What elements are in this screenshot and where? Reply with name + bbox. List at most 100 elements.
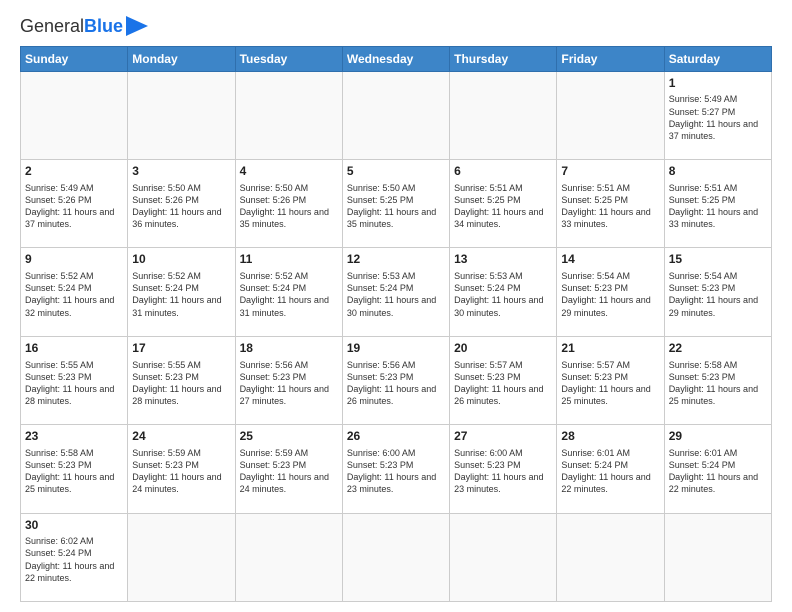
day-number: 9 <box>25 251 123 268</box>
calendar-cell <box>450 513 557 601</box>
day-number: 3 <box>132 163 230 180</box>
calendar-cell: 20Sunrise: 5:57 AM Sunset: 5:23 PM Dayli… <box>450 336 557 424</box>
calendar-cell <box>128 71 235 159</box>
calendar-cell: 6 Sunrise: 5:51 AM Sunset: 5:25 PM Daylig… <box>450 159 557 247</box>
calendar-cell: 5 Sunrise: 5:50 AM Sunset: 5:25 PM Daylig… <box>342 159 449 247</box>
day-info: Sunrise: 5:55 AM Sunset: 5:23 PM Dayligh… <box>25 359 123 408</box>
weekday-header-saturday: Saturday <box>664 46 771 71</box>
calendar-cell <box>342 71 449 159</box>
day-number: 15 <box>669 251 767 268</box>
calendar-cell: 19 Sunrise: 5:56 AM Sunset: 5:23 PM Dayli… <box>342 336 449 424</box>
day-number: 7 <box>561 163 659 180</box>
day-info: Sunrise: 6:00 AM Sunset: 5:23 PM Dayligh… <box>347 447 445 496</box>
calendar-cell: 30Sunrise: 6:02 AM Sunset: 5:24 PM Dayli… <box>21 513 128 601</box>
day-number: 10 <box>132 251 230 268</box>
weekday-header-monday: Monday <box>128 46 235 71</box>
day-info: Sunrise: 5:51 AM Sunset: 5:25 PM Dayligh… <box>669 182 767 231</box>
day-number: 19 <box>347 340 445 357</box>
day-number: 13 <box>454 251 552 268</box>
day-info: Sunrise: 5:59 AM Sunset: 5:23 PM Dayligh… <box>132 447 230 496</box>
calendar-cell: 7 Sunrise: 5:51 AM Sunset: 5:25 PM Daylig… <box>557 159 664 247</box>
day-info: Sunrise: 5:56 AM Sunset: 5:23 PM Dayligh… <box>240 359 338 408</box>
day-info: Sunrise: 5:52 AM Sunset: 5:24 PM Dayligh… <box>132 270 230 319</box>
calendar-week-0: 1Sunrise: 5:49 AM Sunset: 5:27 PM Daylig… <box>21 71 772 159</box>
day-number: 27 <box>454 428 552 445</box>
calendar-cell: 12Sunrise: 5:53 AM Sunset: 5:24 PM Dayli… <box>342 248 449 336</box>
calendar-cell: 8 Sunrise: 5:51 AM Sunset: 5:25 PM Daylig… <box>664 159 771 247</box>
calendar-week-2: 9 Sunrise: 5:52 AM Sunset: 5:24 PM Daylig… <box>21 248 772 336</box>
day-number: 30 <box>25 517 123 534</box>
calendar-cell <box>235 71 342 159</box>
day-number: 18 <box>240 340 338 357</box>
logo: GeneralBlue <box>20 16 148 38</box>
day-info: Sunrise: 5:51 AM Sunset: 5:25 PM Dayligh… <box>561 182 659 231</box>
calendar-week-3: 16Sunrise: 5:55 AM Sunset: 5:23 PM Dayli… <box>21 336 772 424</box>
calendar-week-1: 2 Sunrise: 5:49 AM Sunset: 5:26 PM Daylig… <box>21 159 772 247</box>
day-number: 20 <box>454 340 552 357</box>
day-number: 21 <box>561 340 659 357</box>
day-number: 8 <box>669 163 767 180</box>
logo-blue: Blue <box>84 16 123 36</box>
calendar-cell: 28Sunrise: 6:01 AM Sunset: 5:24 PM Dayli… <box>557 425 664 513</box>
calendar-cell: 4Sunrise: 5:50 AM Sunset: 5:26 PM Daylig… <box>235 159 342 247</box>
day-number: 5 <box>347 163 445 180</box>
calendar-cell <box>450 71 557 159</box>
weekday-header-friday: Friday <box>557 46 664 71</box>
day-info: Sunrise: 5:50 AM Sunset: 5:26 PM Dayligh… <box>240 182 338 231</box>
calendar-cell: 24 Sunrise: 5:59 AM Sunset: 5:23 PM Dayli… <box>128 425 235 513</box>
calendar-week-5: 30Sunrise: 6:02 AM Sunset: 5:24 PM Dayli… <box>21 513 772 601</box>
day-info: Sunrise: 5:52 AM Sunset: 5:24 PM Dayligh… <box>240 270 338 319</box>
day-info: Sunrise: 5:56 AM Sunset: 5:23 PM Dayligh… <box>347 359 445 408</box>
calendar-cell <box>128 513 235 601</box>
day-number: 23 <box>25 428 123 445</box>
calendar-cell: 15 Sunrise: 5:54 AM Sunset: 5:23 PM Dayli… <box>664 248 771 336</box>
calendar-cell: 10 Sunrise: 5:52 AM Sunset: 5:24 PM Dayli… <box>128 248 235 336</box>
calendar-cell <box>21 71 128 159</box>
calendar-cell <box>557 71 664 159</box>
day-number: 14 <box>561 251 659 268</box>
day-info: Sunrise: 5:51 AM Sunset: 5:25 PM Dayligh… <box>454 182 552 231</box>
calendar-cell: 22Sunrise: 5:58 AM Sunset: 5:23 PM Dayli… <box>664 336 771 424</box>
calendar-week-4: 23 Sunrise: 5:58 AM Sunset: 5:23 PM Dayli… <box>21 425 772 513</box>
day-info: Sunrise: 5:58 AM Sunset: 5:23 PM Dayligh… <box>669 359 767 408</box>
weekday-header-tuesday: Tuesday <box>235 46 342 71</box>
logo-text: GeneralBlue <box>20 16 123 38</box>
calendar-cell: 9Sunrise: 5:52 AM Sunset: 5:24 PM Daylig… <box>21 248 128 336</box>
calendar-cell: 17Sunrise: 5:55 AM Sunset: 5:23 PM Dayli… <box>128 336 235 424</box>
day-info: Sunrise: 5:54 AM Sunset: 5:23 PM Dayligh… <box>561 270 659 319</box>
day-number: 2 <box>25 163 123 180</box>
page: GeneralBlue SundayMondayTuesdayWednesday… <box>0 0 792 612</box>
day-info: Sunrise: 5:55 AM Sunset: 5:23 PM Dayligh… <box>132 359 230 408</box>
day-info: Sunrise: 5:49 AM Sunset: 5:26 PM Dayligh… <box>25 182 123 231</box>
calendar-cell <box>664 513 771 601</box>
day-number: 29 <box>669 428 767 445</box>
day-number: 6 <box>454 163 552 180</box>
calendar-cell: 18 Sunrise: 5:56 AM Sunset: 5:23 PM Dayli… <box>235 336 342 424</box>
day-number: 24 <box>132 428 230 445</box>
day-info: Sunrise: 6:00 AM Sunset: 5:23 PM Dayligh… <box>454 447 552 496</box>
day-info: Sunrise: 5:58 AM Sunset: 5:23 PM Dayligh… <box>25 447 123 496</box>
calendar-cell: 21Sunrise: 5:57 AM Sunset: 5:23 PM Dayli… <box>557 336 664 424</box>
calendar-cell: 26 Sunrise: 6:00 AM Sunset: 5:23 PM Dayli… <box>342 425 449 513</box>
day-number: 26 <box>347 428 445 445</box>
day-info: Sunrise: 5:59 AM Sunset: 5:23 PM Dayligh… <box>240 447 338 496</box>
day-info: Sunrise: 5:49 AM Sunset: 5:27 PM Dayligh… <box>669 93 767 142</box>
day-number: 11 <box>240 251 338 268</box>
weekday-header-thursday: Thursday <box>450 46 557 71</box>
header: GeneralBlue <box>20 16 772 38</box>
day-number: 25 <box>240 428 338 445</box>
calendar-body: 1Sunrise: 5:49 AM Sunset: 5:27 PM Daylig… <box>21 71 772 601</box>
calendar-cell: 13 Sunrise: 5:53 AM Sunset: 5:24 PM Dayli… <box>450 248 557 336</box>
logo-triangle-icon <box>126 16 148 36</box>
calendar-cell: 27 Sunrise: 6:00 AM Sunset: 5:23 PM Dayli… <box>450 425 557 513</box>
weekday-header-sunday: Sunday <box>21 46 128 71</box>
day-info: Sunrise: 5:53 AM Sunset: 5:24 PM Dayligh… <box>347 270 445 319</box>
day-info: Sunrise: 5:53 AM Sunset: 5:24 PM Dayligh… <box>454 270 552 319</box>
day-number: 1 <box>669 75 767 92</box>
day-info: Sunrise: 5:50 AM Sunset: 5:25 PM Dayligh… <box>347 182 445 231</box>
day-info: Sunrise: 5:54 AM Sunset: 5:23 PM Dayligh… <box>669 270 767 319</box>
day-info: Sunrise: 6:01 AM Sunset: 5:24 PM Dayligh… <box>561 447 659 496</box>
calendar-header: SundayMondayTuesdayWednesdayThursdayFrid… <box>21 46 772 71</box>
calendar-cell <box>557 513 664 601</box>
calendar-cell: 23 Sunrise: 5:58 AM Sunset: 5:23 PM Dayli… <box>21 425 128 513</box>
